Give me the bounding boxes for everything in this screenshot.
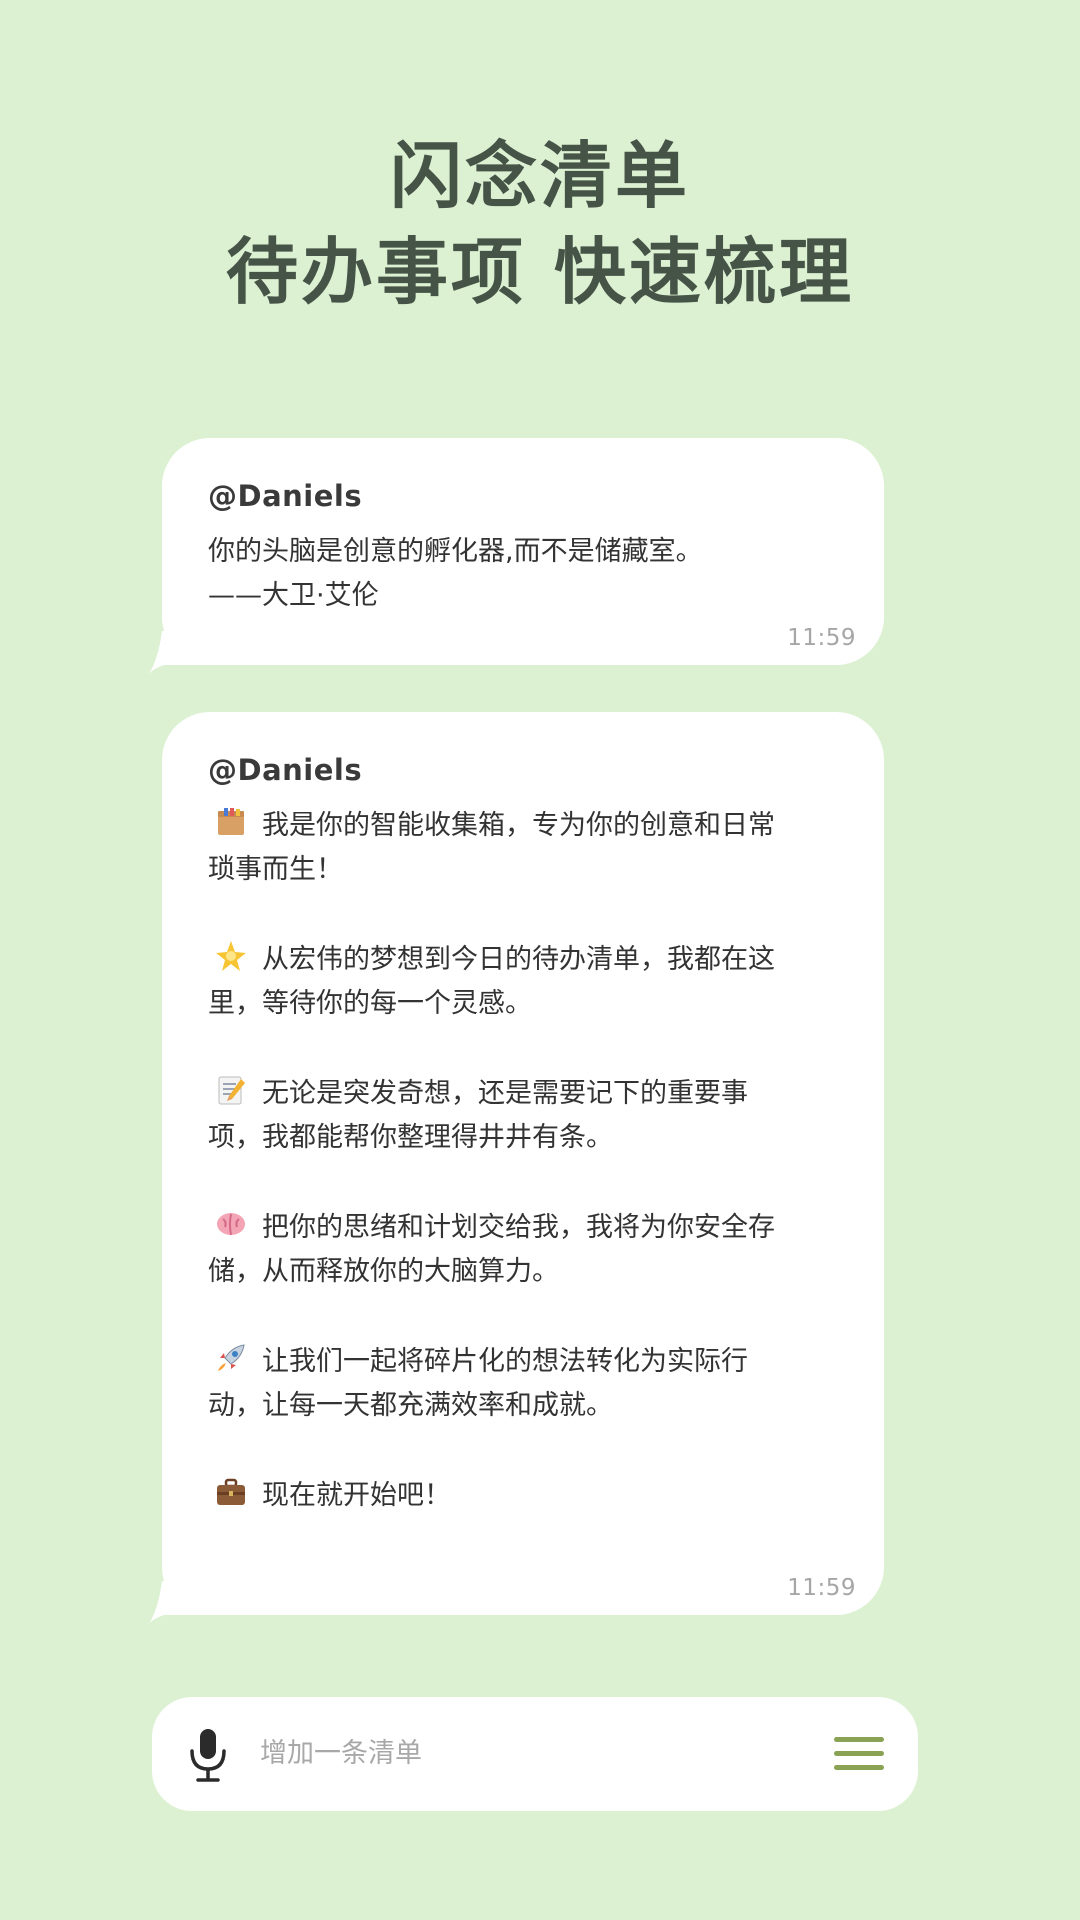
message-sender: @Daniels <box>208 753 363 787</box>
message-paragraph-text: 无论是突发奇想，还是需要记下的重要事 项，我都能帮你整理得井井有条。 <box>208 1078 748 1153</box>
message-paragraph-text: 从宏伟的梦想到今日的待办清单，我都在这 里，等待你的每一个灵感。 <box>208 944 775 1019</box>
message-paragraph: 让我们一起将碎片化的想法转化为实际行 动，让每一天都充满效率和成就。 <box>208 1340 838 1428</box>
message-sender: @Daniels <box>208 479 363 513</box>
hamburger-menu-icon[interactable] <box>834 1735 884 1773</box>
bubble-tail <box>148 631 208 675</box>
message-paragraph: 从宏伟的梦想到今日的待办清单，我都在这 里，等待你的每一个灵感。 <box>208 938 838 1026</box>
message-paragraph-text: 我是你的智能收集箱，专为你的创意和日常 琐事而生！ <box>208 810 775 885</box>
message-bubble: @Daniels 我是你的智能收集箱，专为你的创意和日常 琐事而生！ 从宏伟的梦… <box>148 712 884 1625</box>
rocket-icon <box>214 1341 248 1375</box>
message-paragraph-text: 现在就开始吧！ <box>262 1480 451 1511</box>
message-content: @Daniels 你的头脑是创意的孵化器,而不是储藏室。 ——大卫·艾伦 <box>208 476 838 618</box>
briefcase-icon <box>214 1475 248 1509</box>
package-icon <box>214 805 248 839</box>
add-item-input[interactable]: 增加一条清单 <box>260 1697 422 1811</box>
message-paragraph: 现在就开始吧！ <box>208 1474 838 1518</box>
brain-icon <box>214 1207 248 1241</box>
headline-title: 闪念清单 <box>389 134 690 218</box>
add-item-bar[interactable]: 增加一条清单 <box>152 1697 918 1811</box>
message-text-line: 你的头脑是创意的孵化器,而不是储藏室。 <box>208 536 703 567</box>
message-time: 11:59 <box>787 625 856 651</box>
headline-subtitle: 待办事项 快速梳理 <box>225 230 855 314</box>
sparkle-star-icon <box>214 939 248 973</box>
message-paragraph-text: 把你的思绪和计划交给我，我将为你安全存 储，从而释放你的大脑算力。 <box>208 1212 775 1287</box>
headline: 闪念清单 待办事项 快速梳理 <box>0 128 1080 320</box>
bubble-tail <box>148 1581 208 1625</box>
message-paragraph: 把你的思绪和计划交给我，我将为你安全存 储，从而释放你的大脑算力。 <box>208 1206 838 1294</box>
message-bubble: @Daniels 你的头脑是创意的孵化器,而不是储藏室。 ——大卫·艾伦 11:… <box>148 438 884 675</box>
message-paragraph: 无论是突发奇想，还是需要记下的重要事 项，我都能帮你整理得井井有条。 <box>208 1072 838 1160</box>
memo-icon <box>214 1073 248 1107</box>
message-paragraph: 我是你的智能收集箱，专为你的创意和日常 琐事而生！ <box>208 804 838 892</box>
message-time: 11:59 <box>787 1575 856 1601</box>
microphone-icon[interactable] <box>182 1727 234 1783</box>
message-content: @Daniels 我是你的智能收集箱，专为你的创意和日常 琐事而生！ 从宏伟的梦… <box>208 750 838 1518</box>
message-text-line: ——大卫·艾伦 <box>208 580 379 611</box>
message-paragraph-text: 让我们一起将碎片化的想法转化为实际行 动，让每一天都充满效率和成就。 <box>208 1346 748 1421</box>
